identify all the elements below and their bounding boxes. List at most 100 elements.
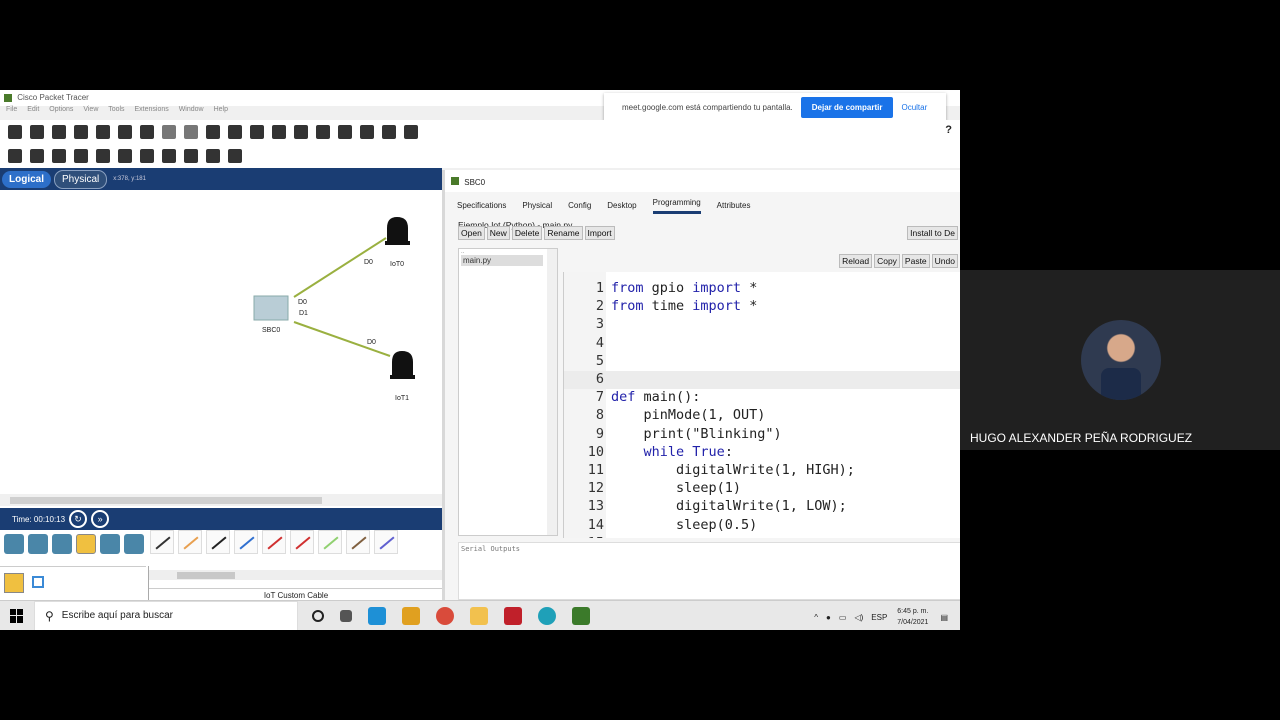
new-file-icon[interactable] [8,125,22,139]
cable-scrollbar[interactable] [149,570,443,580]
ipc-icon[interactable] [404,125,418,139]
code-editor[interactable]: 1 from gpio import * 2 from time import * 3 4… [563,272,960,538]
rectangle-icon[interactable] [316,125,330,139]
led-icon[interactable] [392,351,413,376]
viewport-icon[interactable] [382,125,396,139]
file-item-main-py[interactable]: main.py [461,255,543,266]
led-icon[interactable] [387,217,408,242]
network-icon[interactable]: ▭ [839,613,847,622]
windows-start-icon[interactable] [10,608,24,623]
volume-icon[interactable]: ◁) [854,613,863,622]
packet-tracer-taskbar-icon[interactable] [572,606,590,625]
tab-config[interactable]: Config [568,201,591,214]
palette-icon[interactable] [338,125,352,139]
draw-ellipse-icon[interactable] [162,149,176,163]
code-line[interactable]: 10 while True: [564,444,960,462]
code-line[interactable]: 14 sleep(0.5) [564,517,960,535]
hide-button[interactable]: Ocultar [901,103,927,112]
app-l-icon[interactable] [368,606,386,625]
code-line[interactable]: 13 digitalWrite(1, LOW); [564,498,960,516]
simple-pdu-icon[interactable] [206,149,220,163]
scrollbar-thumb[interactable] [10,497,322,504]
note-icon[interactable] [96,149,110,163]
paste-icon[interactable] [184,125,198,139]
code-line[interactable]: 2 from time import * [564,298,960,316]
file-list-scrollbar[interactable] [547,249,557,535]
code-line[interactable]: 7 def main(): [564,389,960,407]
code-line[interactable]: 4 [564,335,960,353]
wizard-icon[interactable] [118,125,132,139]
tab-programming[interactable]: Programming [652,198,701,214]
end-devices-icon[interactable] [28,534,48,554]
menu-edit[interactable]: Edit [27,106,39,113]
clock[interactable]: 6:45 p. m. 7/04/2021 [897,606,928,628]
logical-canvas[interactable]: SBC0 D0 D1 IoT0 D0 IoT1 D0 [0,190,442,508]
menu-extensions[interactable]: Extensions [135,106,169,113]
code-line[interactable]: 9 print("Blinking") [564,426,960,444]
code-line[interactable]: 15 [564,535,960,538]
sbc0-board-icon[interactable] [253,295,289,321]
grid-icon[interactable] [32,576,44,588]
cable-straight-icon[interactable] [206,530,230,554]
cable-cross-icon[interactable] [234,530,258,554]
rename-button[interactable]: Rename [544,226,583,240]
open-button[interactable]: Open [458,226,485,240]
fast-forward-icon[interactable]: » [91,510,110,528]
copy-icon[interactable] [162,125,176,139]
tab-desktop[interactable]: Desktop [607,201,636,214]
undo-icon[interactable] [206,125,220,139]
tab-attributes[interactable]: Attributes [717,201,751,214]
file-explorer-icon[interactable] [470,606,488,625]
menu-options[interactable]: Options [49,106,73,113]
code-line[interactable]: 11 digitalWrite(1, HIGH); [564,462,960,480]
tab-specifications[interactable]: Specifications [457,201,506,214]
code-line[interactable]: 12 sleep(1) [564,480,960,498]
inspect-icon[interactable] [30,149,44,163]
select-icon[interactable] [8,149,22,163]
misc-icon[interactable] [100,534,120,554]
chevron-up-icon[interactable]: ^ [814,613,818,622]
cable-auto-icon[interactable] [150,530,174,554]
delete-icon[interactable] [52,149,66,163]
language-indicator[interactable]: ESP [871,613,887,622]
undo-button[interactable]: Undo [931,254,958,268]
info-icon[interactable] [96,125,110,139]
task-view-icon[interactable] [340,609,352,622]
delete-button[interactable]: Delete [511,226,543,240]
print-icon[interactable] [74,125,88,139]
save-icon[interactable] [52,125,66,139]
iot0-device[interactable]: IoT0 D0 [364,217,410,268]
code-line[interactable]: 5 [564,353,960,371]
stop-sharing-button[interactable]: Dejar de compartir [800,96,894,118]
freeform-icon[interactable] [184,149,198,163]
menu-tools[interactable]: Tools [108,106,124,113]
menu-help[interactable]: Help [214,106,228,113]
cable-console-icon[interactable] [178,530,202,554]
copy-button[interactable]: Copy [874,254,900,268]
open-folder-icon[interactable] [30,125,44,139]
import-button[interactable]: Import [584,226,615,240]
code-line[interactable]: 8 pinMode(1, OUT) [564,407,960,425]
app-notes-icon[interactable] [402,606,420,625]
zoom-in-icon[interactable] [250,125,264,139]
cable-fiber-icon[interactable] [262,530,286,554]
cortana-icon[interactable] [312,609,324,622]
cable-coax-icon[interactable] [318,530,342,554]
reload-button[interactable]: Reload [839,254,873,268]
code-line[interactable]: 3 [564,316,960,334]
draw-line-icon[interactable] [118,149,132,163]
complex-pdu-icon[interactable] [228,149,242,163]
network-devices-icon[interactable] [4,534,24,554]
code-line[interactable]: 6 [564,371,960,389]
draw-rectangle-icon[interactable] [140,149,154,163]
new-button[interactable]: New [486,226,510,240]
sbc0-device[interactable]: SBC0 D0 D1 [253,295,308,334]
serial-output[interactable]: Serial Outputs [458,542,960,600]
tab-physical-sbc[interactable]: Physical [522,201,552,214]
connections-sub-icon[interactable] [4,573,24,593]
cable-octal-icon[interactable] [374,530,398,554]
taskbar-search[interactable]: ⚲ Escribe aquí para buscar [34,600,298,630]
activity-wizard-icon[interactable] [140,125,154,139]
components-icon[interactable] [52,534,72,554]
mic-icon[interactable]: ● [826,613,831,622]
